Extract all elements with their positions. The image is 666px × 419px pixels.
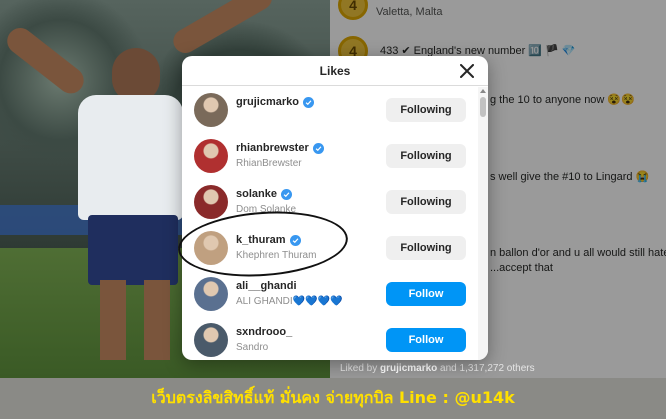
username-text[interactable]: sxndrooo_	[236, 326, 292, 338]
username[interactable]: rhianbrewster	[236, 142, 324, 154]
following-button[interactable]: Following	[386, 144, 466, 168]
player-shorts	[88, 215, 178, 285]
full-name: Sandro	[236, 342, 269, 353]
close-icon	[460, 64, 474, 78]
player-legs	[100, 280, 170, 360]
full-name: Dom Solanke	[236, 204, 297, 215]
following-button[interactable]: Following	[386, 98, 466, 122]
liked-by-count: and 1,317,272 others	[437, 363, 535, 374]
avatar[interactable]	[194, 93, 228, 127]
modal-title: Likes	[319, 63, 351, 78]
avatar[interactable]	[194, 277, 228, 311]
likes-modal: Likes grujicmarko Following rhianbrewster R…	[182, 56, 488, 360]
liked-by-user[interactable]: grujicmarko	[380, 363, 437, 374]
list-item[interactable]: rhianbrewster RhianBrewster Following	[182, 133, 478, 179]
username-text[interactable]: solanke	[236, 188, 277, 200]
likes-list: grujicmarko Following rhianbrewster RhianBr…	[182, 87, 478, 360]
ad-banner: เว็บตรงลิขสิทธิ์แท้ มั่นคง จ่ายทุกบิล Li…	[0, 378, 666, 419]
avatar[interactable]	[194, 323, 228, 357]
liked-by-prefix: Liked by	[340, 363, 381, 374]
scroll-up-arrow-icon[interactable]	[480, 89, 486, 93]
follow-button[interactable]: Follow	[386, 328, 466, 352]
scroll-thumb[interactable]	[480, 97, 486, 117]
full-name: ALI GHANDI💙💙💙💙	[236, 296, 343, 307]
full-name: RhianBrewster	[236, 158, 302, 169]
avatar[interactable]	[194, 139, 228, 173]
following-button[interactable]: Following	[386, 190, 466, 214]
verified-badge-icon	[280, 188, 292, 200]
avatar[interactable]	[194, 231, 228, 265]
username[interactable]: k_thuram	[236, 234, 301, 246]
list-item[interactable]: solanke Dom Solanke Following	[182, 179, 478, 225]
verified-badge-icon	[302, 96, 314, 108]
following-button[interactable]: Following	[386, 236, 466, 260]
username[interactable]: sxndrooo_	[236, 326, 292, 338]
username-text[interactable]: ali__ghandi	[236, 280, 297, 292]
username[interactable]: ali__ghandi	[236, 280, 297, 292]
avatar[interactable]	[194, 185, 228, 219]
scrollbar[interactable]	[478, 87, 488, 360]
list-item[interactable]: sxndrooo_ Sandro Follow	[182, 317, 478, 360]
username-text[interactable]: rhianbrewster	[236, 142, 309, 154]
username-text[interactable]: grujicmarko	[236, 96, 299, 108]
follow-button[interactable]: Follow	[386, 282, 466, 306]
list-item[interactable]: ali__ghandi ALI GHANDI💙💙💙💙 Follow	[182, 271, 478, 317]
verified-badge-icon	[312, 142, 324, 154]
username[interactable]: solanke	[236, 188, 292, 200]
username-text[interactable]: k_thuram	[236, 234, 286, 246]
close-button[interactable]	[456, 60, 478, 82]
verified-badge-icon	[289, 234, 301, 246]
list-item[interactable]: grujicmarko Following	[182, 87, 478, 133]
liked-by-text: Liked by grujicmarko and 1,317,272 other…	[340, 363, 535, 374]
banner-text: เว็บตรงลิขสิทธิ์แท้ มั่นคง จ่ายทุกบิล Li…	[151, 388, 515, 407]
list-item[interactable]: k_thuram Khephren Thuram Following	[182, 225, 478, 271]
player-shirt	[78, 95, 183, 220]
modal-header: Likes	[182, 56, 488, 86]
full-name: Khephren Thuram	[236, 250, 317, 261]
username[interactable]: grujicmarko	[236, 96, 314, 108]
